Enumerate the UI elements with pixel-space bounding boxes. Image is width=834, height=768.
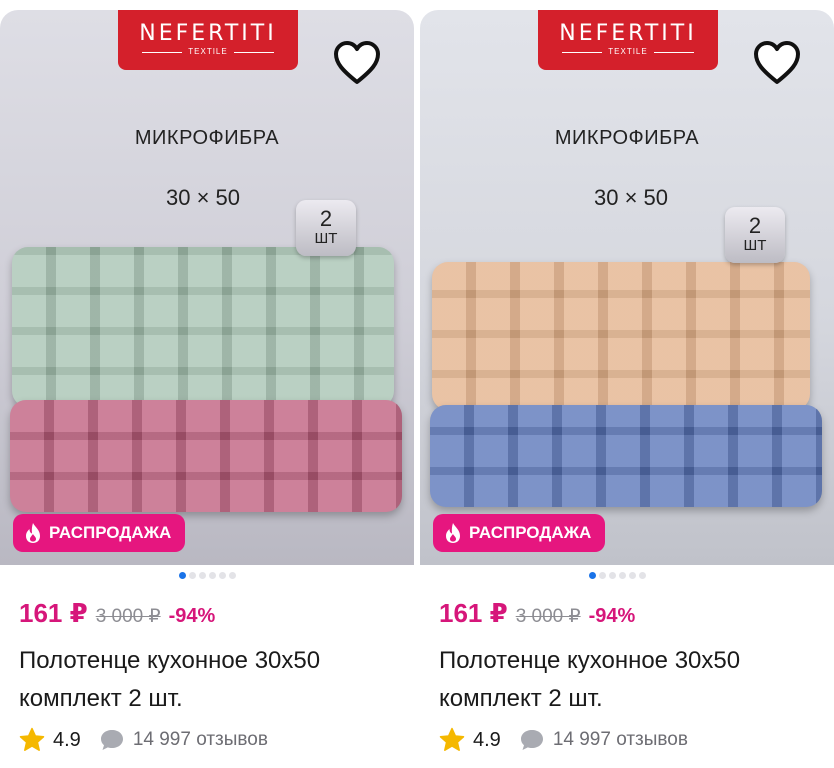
towel-top: [12, 247, 394, 407]
chat-icon: [519, 728, 545, 752]
pack-count-tag: 2 ШТ: [296, 200, 356, 256]
pager-dot[interactable]: [598, 572, 606, 579]
product-title[interactable]: Полотенце кухонное 30х50 комплект 2 шт.: [439, 642, 824, 718]
material-label: МИКРОФИБРА: [554, 127, 700, 149]
sale-label: РАСПРОДАЖА: [49, 523, 172, 542]
fire-icon: [443, 522, 463, 544]
chat-icon: [99, 728, 125, 752]
favorite-heart-icon[interactable]: [752, 40, 802, 86]
current-price: 161 ₽: [19, 598, 88, 628]
rating-row: 4.9 14 997 отзывов: [439, 727, 688, 753]
discount-percent: -94%: [588, 605, 636, 627]
brand-name: NEFERTITI: [139, 21, 277, 46]
sale-badge: РАСПРОДАЖА: [433, 514, 606, 552]
pager-dot[interactable]: [618, 572, 626, 579]
pager-dot[interactable]: [628, 572, 636, 579]
sale-badge: РАСПРОДАЖА: [13, 514, 186, 552]
reviews-count[interactable]: 14 997 отзывов: [553, 729, 688, 751]
towel-bottom: [430, 405, 822, 507]
brand-logo: NEFERTITI TEXTILE: [118, 10, 298, 70]
rating-value: 4.9: [53, 728, 81, 751]
pack-count-tag: 2 ШТ: [725, 207, 785, 263]
pager-dot[interactable]: [608, 572, 616, 579]
discount-percent: -94%: [168, 605, 216, 627]
pager-dot[interactable]: [198, 572, 206, 579]
image-pager-dots[interactable]: [0, 572, 414, 579]
price-row: 161 ₽ 3 000 ₽ -94%: [19, 598, 215, 629]
pack-unit: ШТ: [314, 230, 338, 247]
old-price: 3 000 ₽: [515, 606, 581, 627]
towel-top: [432, 262, 810, 410]
pack-unit: ШТ: [743, 237, 767, 254]
pager-dot[interactable]: [228, 572, 236, 579]
pager-dot[interactable]: [588, 572, 596, 579]
reviews-count[interactable]: 14 997 отзывов: [133, 729, 268, 751]
product-card[interactable]: NEFERTITI TEXTILE МИКРОФИБРА 30 × 50 2 Ш…: [420, 0, 834, 768]
brand-name: NEFERTITI: [559, 21, 697, 46]
brand-logo: NEFERTITI TEXTILE: [538, 10, 718, 70]
material-label: МИКРОФИБРА: [134, 127, 280, 149]
pack-count: 2: [748, 213, 762, 238]
price-row: 161 ₽ 3 000 ₽ -94%: [439, 598, 635, 629]
old-price: 3 000 ₽: [95, 606, 161, 627]
pager-dot[interactable]: [638, 572, 646, 579]
pager-dot[interactable]: [208, 572, 216, 579]
product-image[interactable]: NEFERTITI TEXTILE МИКРОФИБРА 30 × 50 2 Ш…: [0, 10, 414, 565]
sale-label: РАСПРОДАЖА: [469, 523, 592, 542]
product-title[interactable]: Полотенце кухонное 30х50 комплект 2 шт.: [19, 642, 404, 718]
product-card[interactable]: NEFERTITI TEXTILE МИКРОФИБРА 30 × 50 2 Ш…: [0, 0, 414, 768]
current-price: 161 ₽: [439, 598, 508, 628]
towel-bottom: [10, 400, 402, 512]
pager-dot[interactable]: [178, 572, 186, 579]
product-image[interactable]: NEFERTITI TEXTILE МИКРОФИБРА 30 × 50 2 Ш…: [420, 10, 834, 565]
image-pager-dots[interactable]: [410, 572, 824, 579]
brand-sub: TEXTILE: [562, 46, 694, 58]
fire-icon: [23, 522, 43, 544]
pager-dot[interactable]: [218, 572, 226, 579]
pager-dot[interactable]: [188, 572, 196, 579]
rating-row: 4.9 14 997 отзывов: [19, 727, 268, 753]
rating-value: 4.9: [473, 728, 501, 751]
brand-sub: TEXTILE: [142, 46, 274, 58]
star-icon: [19, 727, 45, 753]
pack-count: 2: [319, 206, 333, 231]
favorite-heart-icon[interactable]: [332, 40, 382, 86]
star-icon: [439, 727, 465, 753]
